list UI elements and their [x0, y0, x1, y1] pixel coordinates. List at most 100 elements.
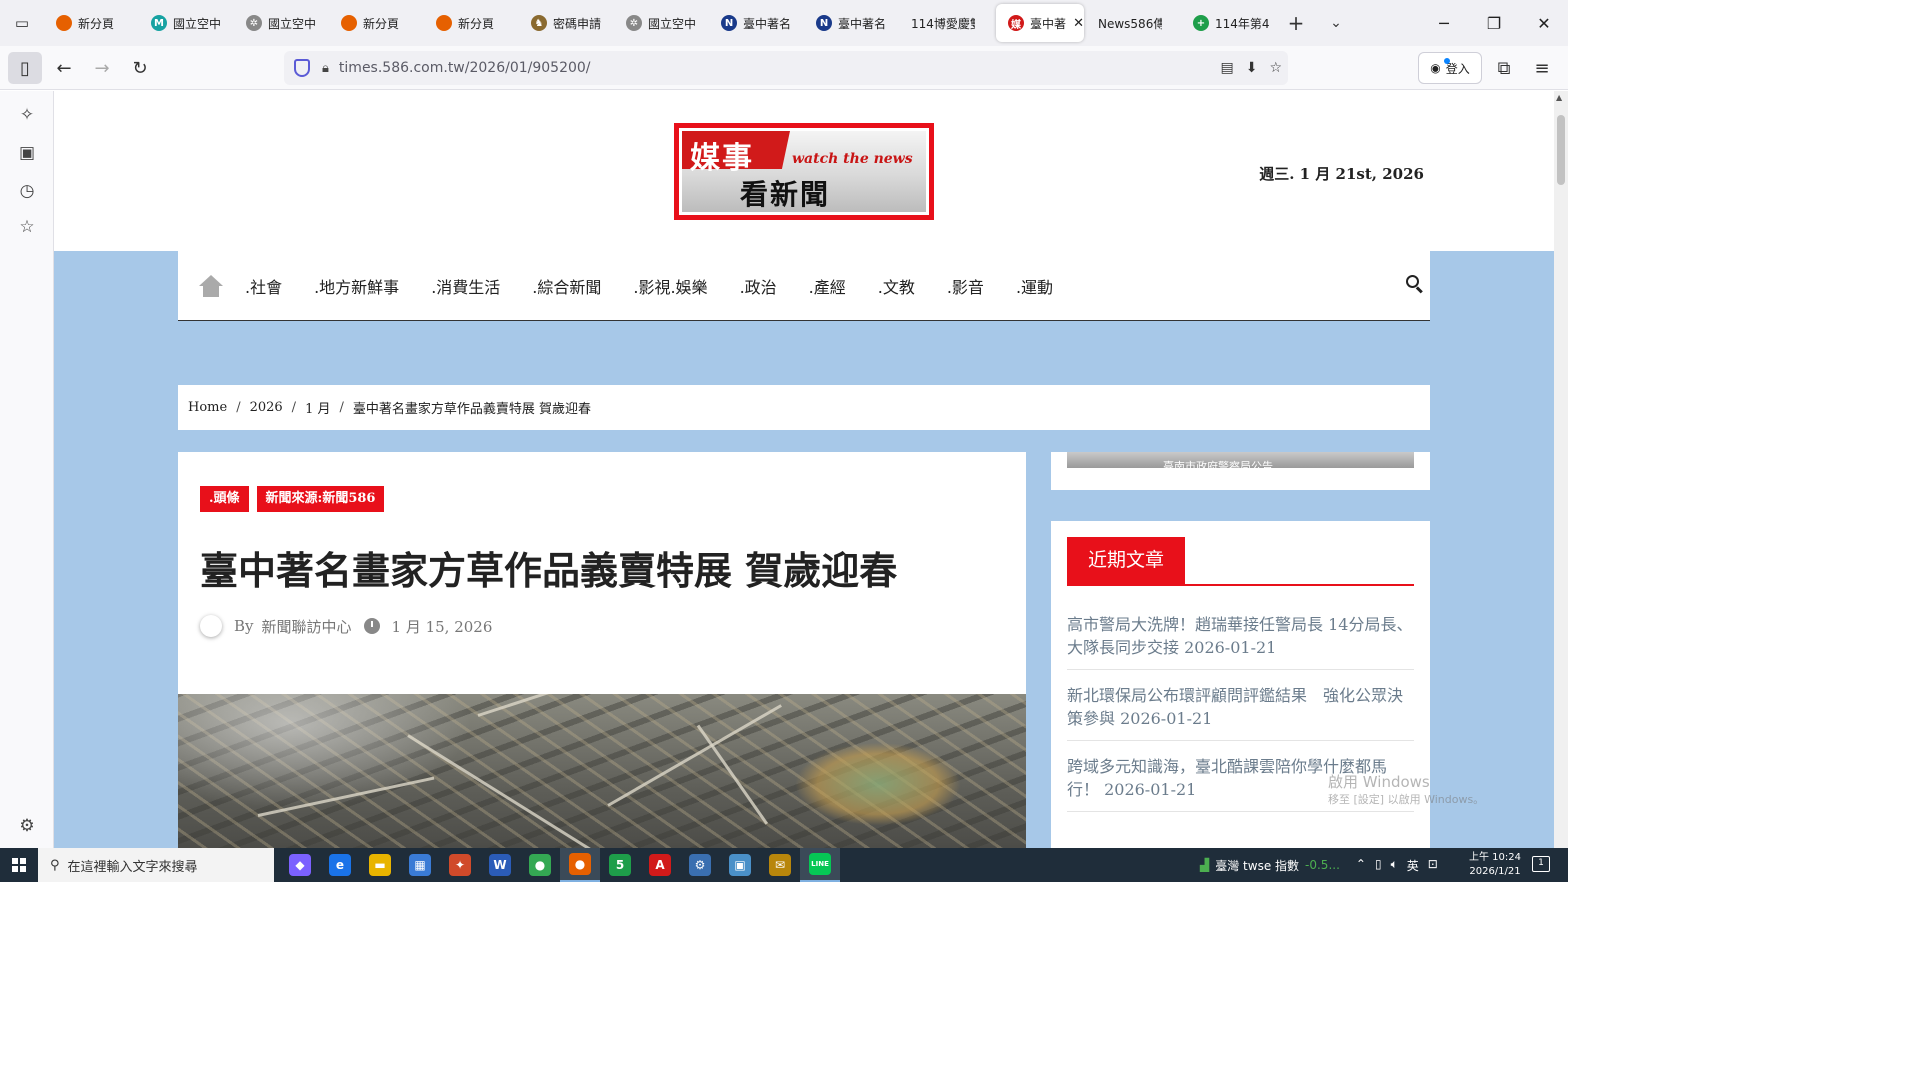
sidebar-toggle-button[interactable]: ▯ — [8, 52, 42, 84]
reader-view-icon[interactable]: ▤ — [1220, 60, 1233, 76]
category-tag[interactable]: .頭條 — [200, 486, 249, 512]
taskbar-app-pdf-reader[interactable]: A — [640, 848, 680, 882]
url-bar[interactable]: 🔒︎ times.586.com.tw/2026/01/905200/ ▤ ⬇ … — [284, 51, 1288, 85]
extensions-icon[interactable]: ⧉ — [1488, 52, 1520, 84]
browser-tab[interactable]: ✲ 國立空中 — [614, 0, 709, 46]
tracking-protection-shield-icon[interactable] — [294, 59, 310, 77]
synced-tabs-icon[interactable]: ▣ — [15, 141, 39, 165]
taskbar-pinned-apps: ◆ e ▬ ▦ ✦ W ● ● 5 A ⚙ ▣ ✉ LINE — [280, 848, 840, 882]
taskbar-app-media-app[interactable]: ✉ — [760, 848, 800, 882]
reload-button[interactable]: ↻ — [124, 52, 156, 84]
menu-item[interactable]: .社會 — [245, 274, 282, 298]
watermark-line-2: 移至 [設定] 以啟用 Windows。 — [1328, 793, 1485, 806]
restore-button[interactable]: ❐ — [1470, 0, 1518, 46]
minimize-button[interactable]: ─ — [1420, 0, 1468, 46]
category-tag[interactable]: 新聞來源:新聞586 — [256, 486, 385, 512]
menu-item[interactable]: .運動 — [1016, 274, 1053, 298]
article-date[interactable]: 1 月 15, 2026 — [392, 616, 493, 637]
taskbar-app-firefox[interactable]: ● — [560, 848, 600, 882]
menu-item[interactable]: .消費生活 — [431, 274, 500, 298]
stock-widget-value[interactable]: -0.5... — [1305, 858, 1340, 872]
recent-posts-title: 近期文章 — [1067, 537, 1186, 584]
taskbar-app-remote-tool[interactable]: ⚙ — [680, 848, 720, 882]
taskbar-app-copilot[interactable]: ◆ — [280, 848, 320, 882]
tray-chevron-up-icon[interactable]: ⌃ — [1356, 857, 1366, 874]
browser-tab[interactable]: M 國立空中 — [139, 0, 234, 46]
taskbar-app-spreadsheet[interactable]: 5 — [600, 848, 640, 882]
page-scrollbar[interactable]: ▲ — [1554, 91, 1568, 848]
new-tab-button[interactable]: + — [1276, 11, 1316, 35]
account-login-button[interactable]: ◉ 登入 — [1418, 52, 1482, 84]
notification-center-icon[interactable]: 1 — [1532, 856, 1550, 872]
breadcrumb-item[interactable]: 2026 — [250, 400, 283, 415]
taskbar-clock[interactable]: 上午 10:24 2026/1/21 — [1462, 851, 1528, 879]
bookmarks-icon[interactable]: ☆ — [15, 215, 39, 239]
history-icon[interactable]: ◷ — [15, 179, 39, 203]
menu-item[interactable]: .政治 — [740, 274, 777, 298]
tab-title: News586傳媒 — [1098, 16, 1162, 31]
taskbar-app-edge[interactable]: e — [320, 848, 360, 882]
browser-tab[interactable]: N 臺中著名 — [709, 0, 804, 46]
taskbar-app-file-explorer[interactable]: ▬ — [360, 848, 400, 882]
recent-post-link[interactable]: 高市警局大洗牌！趙瑞華接任警局長 14分局長、大隊長同步交接 2026-01-2… — [1067, 613, 1414, 670]
breadcrumb-item: 臺中著名畫家方草作品義賣特展 賀歲迎春 — [352, 402, 591, 417]
forward-button[interactable]: → — [86, 52, 118, 84]
battery-icon[interactable]: ▯ — [1375, 857, 1382, 874]
browser-tab[interactable]: ✲ 國立空中 — [234, 0, 329, 46]
site-logo[interactable]: 媒事 watch the news 看新聞 — [674, 123, 934, 220]
ime-indicator[interactable]: 英 — [1407, 857, 1419, 874]
taskbar-app-control-panel[interactable]: ▣ — [720, 848, 760, 882]
taskbar-search-box[interactable]: ⚲ 在這裡輸入文字來搜尋 — [38, 848, 274, 882]
browser-tab[interactable]: +114年第4 — [1181, 0, 1276, 46]
browser-tab[interactable]: 新分頁 — [329, 0, 424, 46]
header-date: 週三. 1 月 21st, 2026 — [1259, 165, 1424, 183]
taskbar-app-store[interactable]: ▦ — [400, 848, 440, 882]
start-button[interactable] — [0, 848, 38, 882]
author-avatar[interactable] — [200, 615, 222, 637]
lock-icon[interactable]: 🔒︎ — [322, 61, 329, 76]
browser-tab[interactable]: 新分頁 — [44, 0, 139, 46]
taskbar-app-chrome[interactable]: ● — [520, 848, 560, 882]
search-icon[interactable] — [1406, 275, 1424, 294]
back-button[interactable]: ← — [48, 52, 80, 84]
taskbar-app-pinned-app[interactable]: ✦ — [440, 848, 480, 882]
volume-icon[interactable]: 🔈︎ — [1391, 857, 1398, 874]
menu-item[interactable]: .綜合新聞 — [532, 274, 601, 298]
input-mode-icon[interactable]: ⊡ — [1428, 857, 1438, 874]
save-to-pocket-icon[interactable]: ⬇ — [1246, 60, 1258, 76]
browser-tab[interactable]: 媒臺中著 ✕ — [996, 4, 1084, 42]
stock-widget-label[interactable]: 臺灣 twse 指數 — [1215, 857, 1299, 874]
list-all-tabs-icon[interactable]: ▭ — [0, 0, 44, 46]
browser-tab[interactable]: N 臺中著名 — [804, 0, 899, 46]
app-menu-icon[interactable]: ≡ — [1526, 52, 1558, 84]
menu-item[interactable]: .產經 — [809, 274, 846, 298]
menu-item[interactable]: .文教 — [878, 274, 915, 298]
breadcrumb-item[interactable]: Home — [188, 400, 227, 415]
close-tab-icon[interactable]: ✕ — [1073, 16, 1084, 31]
browser-tab[interactable]: News586傳媒 — [1086, 0, 1181, 46]
browser-tab[interactable]: 114博愛慶雙 — [899, 0, 994, 46]
browser-tab[interactable]: 新分頁 — [424, 0, 519, 46]
browser-tab[interactable]: ♞ 密碼申請 — [519, 0, 614, 46]
tab-favicon-icon — [341, 15, 357, 31]
taskbar-app-word[interactable]: W — [480, 848, 520, 882]
url-text[interactable]: times.586.com.tw/2026/01/905200/ — [339, 60, 591, 76]
menu-item[interactable]: .影視.娛樂 — [633, 274, 707, 298]
author-link[interactable]: 新聞聯訪中心 — [262, 616, 352, 637]
ai-chatbot-icon[interactable]: ✧ — [15, 103, 39, 127]
taskbar-app-line[interactable]: LINE — [800, 848, 840, 882]
menu-item[interactable]: .地方新鮮事 — [314, 274, 399, 298]
banner-image[interactable]: 臺南市政府警察局公告 — [1067, 452, 1414, 468]
tab-overflow-chevron-icon[interactable]: ⌄ — [1316, 15, 1356, 31]
close-window-button[interactable]: ✕ — [1520, 0, 1568, 46]
recent-post-link[interactable]: 新北環保局公布環評顧問評鑑結果 強化公眾決策參與 2026-01-21 — [1067, 684, 1414, 741]
article-hero-image — [178, 694, 1026, 848]
bookmark-star-icon[interactable]: ☆ — [1269, 60, 1282, 76]
logo-bottom-text: 看新聞 — [740, 178, 831, 211]
scroll-up-arrow-icon[interactable]: ▲ — [1556, 93, 1562, 102]
menu-item[interactable]: .影音 — [947, 274, 984, 298]
scrollbar-thumb[interactable] — [1557, 115, 1565, 185]
settings-gear-icon[interactable]: ⚙ — [15, 814, 39, 838]
breadcrumb-item[interactable]: 1 月 — [305, 398, 330, 417]
home-icon[interactable] — [199, 274, 223, 297]
